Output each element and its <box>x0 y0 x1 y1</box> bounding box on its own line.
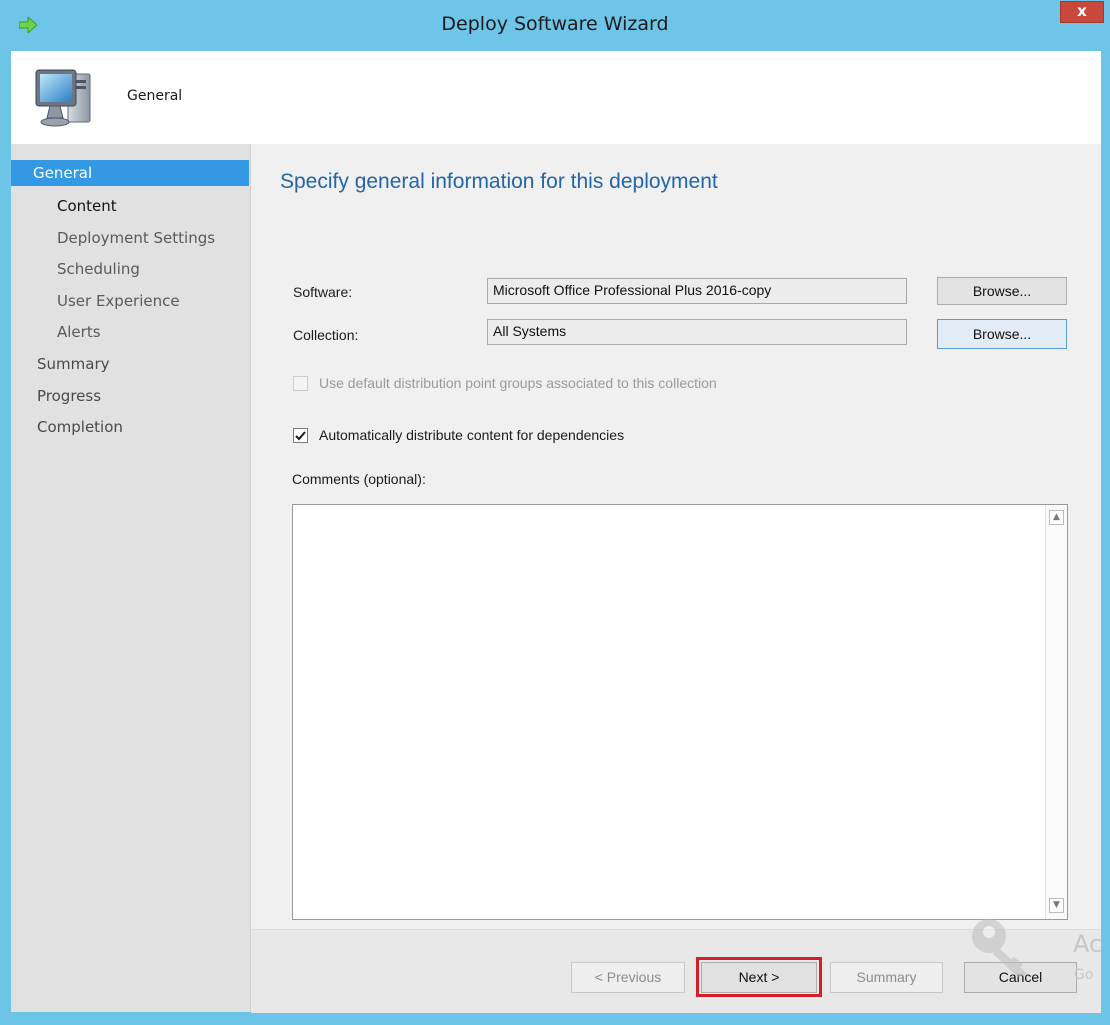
activation-watermark-line1: Ac <box>1073 930 1103 958</box>
software-label: Software: <box>293 284 353 300</box>
wizard-header: General <box>11 51 1101 144</box>
previous-button[interactable]: < Previous <box>571 962 685 993</box>
title-bar[interactable]: Deploy Software Wizard x <box>0 0 1110 50</box>
next-button-highlight <box>696 957 822 997</box>
comments-scrollbar[interactable]: ▲ ▼ <box>1045 505 1067 919</box>
comments-label: Comments (optional): <box>292 471 426 487</box>
sidebar-item-deployment-settings[interactable]: Deployment Settings <box>57 225 215 251</box>
sidebar-item-scheduling[interactable]: Scheduling <box>57 256 140 282</box>
scroll-down-arrow-icon[interactable]: ▼ <box>1049 898 1064 913</box>
page-title: Specify general information for this dep… <box>280 170 718 193</box>
wizard-window: Deploy Software Wizard x General General… <box>0 0 1110 1025</box>
software-browse-button[interactable]: Browse... <box>937 277 1067 305</box>
default-dp-groups-label: Use default distribution point groups as… <box>319 375 717 391</box>
sidebar-item-progress[interactable]: Progress <box>37 383 101 409</box>
close-button[interactable]: x <box>1060 1 1104 23</box>
sidebar-item-completion[interactable]: Completion <box>37 414 123 440</box>
collection-field[interactable]: All Systems <box>487 319 907 345</box>
scroll-up-arrow-icon[interactable]: ▲ <box>1049 510 1064 525</box>
auto-distribute-label[interactable]: Automatically distribute content for dep… <box>319 427 624 443</box>
sidebar-item-user-experience[interactable]: User Experience <box>57 288 180 314</box>
wizard-steps-sidebar: General Content Deployment Settings Sche… <box>11 144 251 1012</box>
summary-button[interactable]: Summary <box>830 962 943 993</box>
header-title: General <box>127 88 183 104</box>
software-field[interactable]: Microsoft Office Professional Plus 2016-… <box>487 278 907 304</box>
sidebar-item-content[interactable]: Content <box>57 193 117 219</box>
computer-icon <box>35 69 91 127</box>
collection-label: Collection: <box>293 327 359 343</box>
comments-textarea[interactable]: ▲ ▼ <box>292 504 1068 920</box>
window-title: Deploy Software Wizard <box>441 13 669 35</box>
collection-browse-button[interactable]: Browse... <box>937 319 1067 349</box>
activation-watermark-line2: Go <box>1074 967 1094 983</box>
checkmark-icon <box>295 431 306 441</box>
key-watermark-icon <box>972 919 1027 978</box>
sidebar-item-alerts[interactable]: Alerts <box>57 319 101 345</box>
default-dp-groups-checkbox <box>293 376 308 391</box>
wizard-content: Specify general information for this dep… <box>251 144 1103 1013</box>
auto-distribute-checkbox[interactable] <box>293 428 308 443</box>
sidebar-item-summary[interactable]: Summary <box>37 351 110 377</box>
sidebar-item-general[interactable]: General <box>11 160 249 186</box>
